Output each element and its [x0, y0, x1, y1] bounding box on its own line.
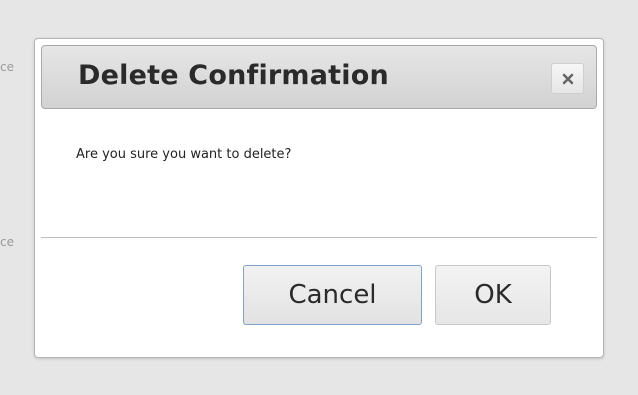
cancel-button[interactable]: Cancel: [243, 265, 422, 325]
background-text-fragment: ce: [0, 60, 14, 74]
dialog-divider: [41, 237, 597, 238]
dialog-message: Are you sure you want to delete?: [76, 147, 292, 162]
close-button[interactable]: [551, 63, 584, 94]
dialog-titlebar: Delete Confirmation: [41, 45, 597, 109]
close-icon: [562, 73, 573, 84]
dialog-title: Delete Confirmation: [78, 60, 389, 91]
ok-button[interactable]: OK: [435, 265, 551, 325]
page-backdrop: ce ce Delete Confirmation Are you sure y…: [0, 0, 638, 395]
background-text-fragment: ce: [0, 235, 14, 249]
delete-confirmation-dialog: Delete Confirmation Are you sure you wan…: [34, 38, 604, 358]
